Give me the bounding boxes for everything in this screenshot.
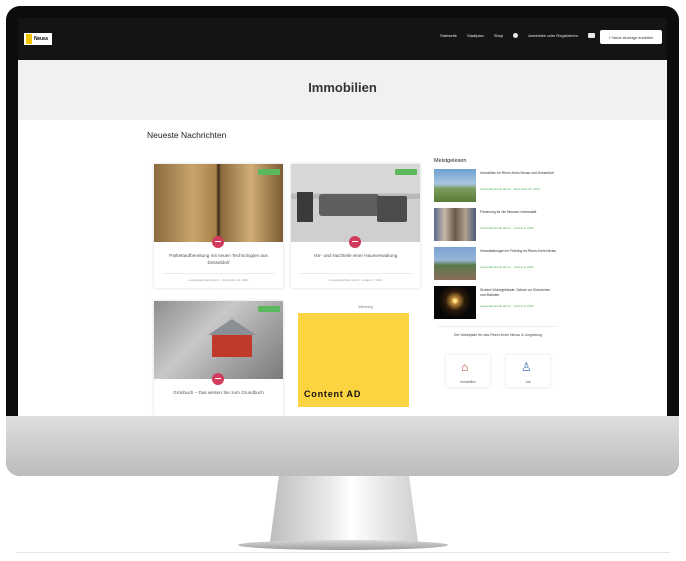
card-meta: neussdatenbank admin · August 7, 2021 (328, 278, 383, 282)
content-ad-box[interactable]: Content AD (298, 313, 409, 407)
market-tile-label: Job (525, 380, 531, 384)
sidebar-item-4[interactable]: Sichere Wohngebäude: Schutz vor Einbrüch… (434, 286, 556, 319)
card-image[interactable] (291, 164, 420, 242)
sidebar-title: Meistgelesen (434, 158, 467, 164)
category-badge (395, 169, 417, 175)
card-meta: neussdatenbank admin · Dezember 21, 2021 (188, 278, 249, 282)
monitor-chin (6, 416, 679, 476)
pin-icon (212, 236, 224, 248)
sidebar-item-title[interactable]: Sichere Wohngebäude: Schutz vor Einbrüch… (480, 288, 556, 297)
armchair-shape (377, 196, 407, 222)
nav-item-shop[interactable]: Shop (494, 33, 503, 38)
logo-text: Neuss (34, 36, 49, 42)
card-image[interactable] (154, 301, 283, 379)
marketplace-title: Der Marktplatz für das Rhein-Kreis Neuss… (453, 333, 543, 337)
logo-mark-icon (26, 34, 32, 44)
floor-line (16, 552, 670, 553)
ad-label: Werbung (358, 305, 373, 309)
page-hero: Immobilien (18, 60, 667, 120)
sidebar-item-title[interactable]: Veranstaltungen im Frühling im Rhein-Kre… (480, 249, 556, 254)
category-badge (258, 169, 280, 175)
pin-icon (212, 373, 224, 385)
ad-text: Content AD (304, 389, 362, 399)
sidebar-item-1[interactable]: Immobilien im Rhein-Kreis Neuss und Düss… (434, 169, 556, 202)
card-title[interactable]: Parkettaufbereitung mit neuen Technologi… (164, 252, 273, 266)
sidebar-item-2[interactable]: Förderung für die Neusser Innenstadt neu… (434, 208, 556, 241)
sidebar-item-meta: neussdatenbank admin · Januar 3, 2022 (480, 304, 534, 308)
sofa-shape (319, 194, 379, 216)
divider (299, 273, 412, 274)
card-title[interactable]: Vor- und Nachteile einer Hausverwaltung (301, 252, 410, 259)
nav-item-stadtplan[interactable]: Stadtplan (467, 33, 484, 38)
top-navbar: Neuss Startseite Stadtplan Shop Anmelden… (18, 18, 667, 60)
pin-icon (349, 236, 361, 248)
sidebar-item-meta: neussdatenbank admin · Januar 3, 2022 (480, 265, 534, 269)
sidebar-item-3[interactable]: Veranstaltungen im Frühling im Rhein-Kre… (434, 247, 556, 280)
monitor-base (238, 540, 448, 550)
nav-menu: Startseite Stadtplan Shop Anmelden oder … (440, 33, 595, 38)
marketplace-widget: Der Marktplatz für das Rhein-Kreis Neuss… (438, 326, 558, 416)
sidebar-item-meta: neussdatenbank admin · Dezember 21, 2021 (480, 187, 541, 191)
sidebar-thumb[interactable] (434, 208, 476, 241)
roof-shape (208, 319, 256, 335)
nav-item-startseite[interactable]: Startseite (440, 33, 457, 38)
sidebar-thumb[interactable] (434, 247, 476, 280)
monitor-stand (270, 476, 418, 542)
section-title: Neueste Nachrichten (147, 130, 227, 140)
divider (162, 273, 275, 274)
sidebar-thumb[interactable] (434, 286, 476, 319)
sidebar-item-meta: neussdatenbank admin · Januar 3, 2022 (480, 226, 534, 230)
worker-icon: ♙ (521, 360, 532, 374)
screen: Neuss Startseite Stadtplan Shop Anmelden… (18, 18, 667, 416)
sidebar-item-title[interactable]: Immobilien im Rhein-Kreis Neuss und Düss… (480, 171, 556, 176)
new-ad-button[interactable]: + Neue Anzeige erstellen (600, 30, 662, 44)
category-badge (258, 306, 280, 312)
news-card-1[interactable]: Parkettaufbereitung mit neuen Technologi… (154, 164, 283, 288)
cart-icon[interactable] (588, 33, 595, 38)
house-icon: ⌂ (461, 360, 469, 374)
site-logo[interactable]: Neuss (24, 33, 52, 45)
chair-shape (297, 192, 313, 222)
market-tile-immobilien[interactable]: ⌂ Immobilien (446, 355, 490, 387)
login-link[interactable]: Anmelden oder Registrieren (528, 33, 578, 38)
monitor-frame: Neuss Startseite Stadtplan Shop Anmelden… (6, 6, 679, 476)
page-title: Immobilien (308, 80, 377, 95)
market-tile-label: Immobilien (460, 380, 476, 384)
card-title[interactable]: Grünbuch – Das wissen Sie zum Grundbuch (164, 389, 273, 396)
market-tile-job[interactable]: ♙ Job (506, 355, 550, 387)
sidebar-item-title[interactable]: Förderung für die Neusser Innenstadt (480, 210, 556, 215)
news-card-2[interactable]: Vor- und Nachteile einer Hausverwaltung … (291, 164, 420, 288)
sidebar-thumb[interactable] (434, 169, 476, 202)
user-icon[interactable] (513, 33, 519, 38)
news-card-3[interactable]: Grünbuch – Das wissen Sie zum Grundbuch (154, 301, 283, 416)
card-image[interactable] (154, 164, 283, 242)
